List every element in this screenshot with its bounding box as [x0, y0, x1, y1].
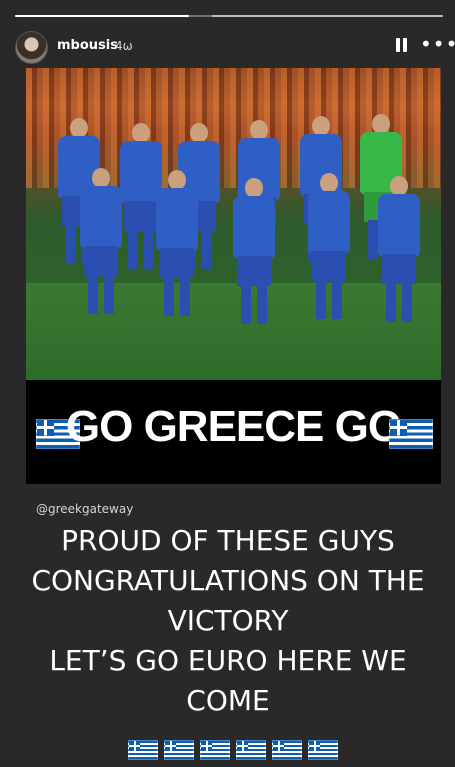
flag-emoji-row — [128, 738, 338, 760]
caption-line: CONGRATULATIONS ON THE — [31, 564, 425, 597]
player-figure — [306, 173, 352, 323]
story-progress-bar — [15, 15, 443, 17]
greece-flag-icon — [236, 740, 266, 760]
avatar[interactable] — [15, 31, 48, 64]
caption-line: COME — [186, 684, 270, 717]
banner-title: GO GREECE GO — [65, 402, 402, 451]
caption-line: VICTORY — [167, 604, 289, 637]
caption-line: PROUD OF THESE GUYS — [61, 524, 395, 557]
player-figure — [376, 176, 422, 326]
greece-flag-icon — [272, 740, 302, 760]
username[interactable]: mbousis — [57, 38, 118, 53]
slogan-banner: GO GREECE GO — [26, 380, 441, 484]
player-figure — [154, 170, 200, 320]
greece-flag-icon — [389, 419, 433, 449]
more-icon[interactable]: ••• — [420, 34, 455, 55]
greece-flag-icon — [308, 740, 338, 760]
story-caption: PROUD OF THESE GUYS CONGRATULATIONS ON T… — [8, 521, 448, 721]
pause-icon[interactable] — [392, 36, 410, 56]
progress-segment-next — [212, 15, 443, 17]
team-photo — [26, 68, 441, 380]
source-handle[interactable]: @greekgateway — [36, 502, 133, 516]
story-header: mbousis 4ω ••• — [15, 31, 455, 64]
player-figure — [231, 178, 277, 328]
greece-flag-icon — [164, 740, 194, 760]
greece-flag-icon — [128, 740, 158, 760]
post-time: 4ω — [115, 39, 133, 53]
caption-line: LET’S GO EURO HERE WE — [49, 644, 407, 677]
player-figure — [78, 168, 124, 318]
greece-flag-icon — [200, 740, 230, 760]
progress-segment-active — [15, 15, 189, 17]
